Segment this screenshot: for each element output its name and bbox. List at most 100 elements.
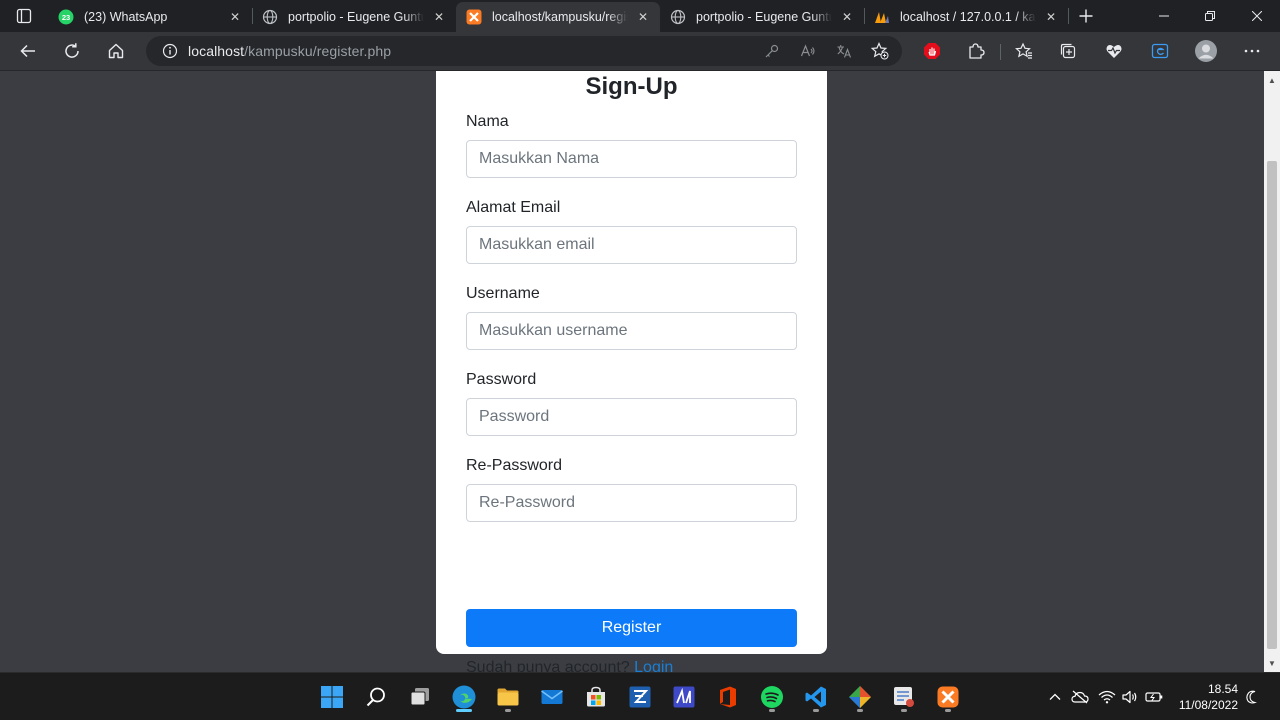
minimize-icon[interactable]	[1141, 0, 1187, 32]
battery-icon[interactable]	[1145, 687, 1165, 707]
favorites-icon[interactable]	[1008, 36, 1040, 66]
globe-icon	[670, 9, 686, 25]
key-icon[interactable]	[758, 40, 786, 62]
git-tool-icon[interactable]	[842, 679, 878, 715]
tab-divider	[1068, 8, 1069, 24]
scroll-thumb[interactable]	[1267, 161, 1277, 649]
close-tab-icon[interactable]: ✕	[838, 8, 856, 26]
profile-avatar-icon[interactable]	[1190, 36, 1222, 66]
address-url: localhost/kampusku/register.php	[188, 43, 391, 59]
whatsapp-badge: 23	[62, 13, 70, 22]
close-tab-icon[interactable]: ✕	[1042, 8, 1060, 26]
home-icon[interactable]	[100, 36, 132, 66]
running-app-indicator	[813, 709, 819, 712]
running-app-indicator	[505, 709, 511, 712]
microsoft-store-icon[interactable]	[578, 679, 614, 715]
register-button[interactable]: Register	[466, 609, 797, 647]
extensions-icon[interactable]	[960, 36, 992, 66]
tab-portfolio-2[interactable]: portpolio - Eugene Guntur ✕	[660, 2, 864, 32]
taskbar-clock[interactable]: 18.54 11/08/2022	[1172, 681, 1238, 713]
repassword-input[interactable]	[466, 484, 797, 522]
tab-title: localhost / 127.0.0.1 / kampusku	[900, 10, 1036, 24]
login-link[interactable]: Login	[634, 659, 673, 672]
username-label: Username	[466, 285, 540, 302]
email-input[interactable]	[466, 226, 797, 264]
repassword-label: Re-Password	[466, 457, 563, 474]
toolbar-divider	[1000, 44, 1001, 60]
nama-label: Nama	[466, 113, 509, 130]
translate-icon[interactable]	[830, 40, 858, 62]
windows-start-icon[interactable]	[314, 679, 350, 715]
running-app-indicator	[769, 709, 775, 712]
whatsapp-icon: 23	[58, 9, 74, 25]
url-path: /kampusku/register.php	[244, 43, 392, 59]
tab-title: portpolio - Eugene Guntur	[696, 10, 832, 24]
code-editor-icon[interactable]	[666, 679, 702, 715]
tab-strip: 23 (23) WhatsApp ✕ portpolio - Eugene Gu…	[0, 0, 1280, 32]
spotify-icon[interactable]	[754, 679, 790, 715]
settings-more-icon[interactable]	[1236, 36, 1268, 66]
email-label: Alamat Email	[466, 199, 561, 216]
browser-essentials-icon[interactable]	[1098, 36, 1130, 66]
file-explorer-icon[interactable]	[490, 679, 526, 715]
wifi-icon[interactable]	[1097, 687, 1117, 707]
page-title: Sign-Up	[585, 73, 678, 100]
page-scrollbar[interactable]: ▲ ▼	[1264, 71, 1280, 672]
filezilla-icon[interactable]	[622, 679, 658, 715]
username-input[interactable]	[466, 312, 797, 350]
xampp-taskbar-icon[interactable]	[930, 679, 966, 715]
volume-icon[interactable]	[1121, 687, 1141, 707]
clock-time: 18.54	[1207, 682, 1238, 696]
browser-toolbar: localhost/kampusku/register.php	[0, 32, 1280, 71]
search-icon[interactable]	[358, 679, 394, 715]
task-view-icon[interactable]	[402, 679, 438, 715]
onedrive-icon[interactable]	[1070, 687, 1090, 707]
running-app-indicator	[945, 709, 951, 712]
login-prompt-line: Sudah punya account? Login	[466, 659, 673, 672]
scroll-down-icon[interactable]: ▼	[1264, 656, 1280, 670]
tab-title: (23) WhatsApp	[84, 10, 168, 24]
tab-register-active[interactable]: localhost/kampusku/register.php ✕	[456, 2, 660, 32]
running-app-indicator	[857, 709, 863, 712]
tab-whatsapp[interactable]: 23 (23) WhatsApp ✕	[48, 2, 252, 32]
close-tab-icon[interactable]: ✕	[430, 8, 448, 26]
adblock-extension-icon[interactable]	[916, 36, 948, 66]
xampp-icon	[466, 9, 482, 25]
close-tab-icon[interactable]: ✕	[634, 8, 652, 26]
read-aloud-icon[interactable]	[794, 40, 822, 62]
url-host: localhost	[188, 43, 245, 59]
collections-icon[interactable]	[1052, 36, 1084, 66]
password-label: Password	[466, 371, 537, 388]
back-icon[interactable]	[12, 36, 44, 66]
refresh-icon[interactable]	[56, 36, 88, 66]
scroll-up-icon[interactable]: ▲	[1264, 73, 1280, 87]
tab-title: localhost/kampusku/register.php	[492, 10, 628, 24]
mail-icon[interactable]	[534, 679, 570, 715]
globe-icon	[262, 9, 278, 25]
running-app-indicator	[901, 709, 907, 712]
edge-taskbar-icon[interactable]	[446, 679, 482, 715]
focus-moon-icon[interactable]	[1243, 687, 1263, 707]
password-input[interactable]	[466, 398, 797, 436]
restore-icon[interactable]	[1187, 0, 1233, 32]
windows-taskbar: 18.54 11/08/2022	[0, 672, 1280, 720]
tab-portfolio[interactable]: portpolio - Eugene Guntur ✕	[252, 2, 456, 32]
add-favorite-icon[interactable]	[866, 40, 894, 62]
address-bar[interactable]: localhost/kampusku/register.php	[146, 36, 902, 66]
clock-date: 11/08/2022	[1178, 698, 1238, 712]
page-viewport: Sign-Up Nama Alamat Email Username Passw…	[0, 71, 1264, 672]
close-window-icon[interactable]	[1234, 0, 1280, 32]
edge-bar-icon[interactable]	[1144, 36, 1176, 66]
site-info-icon[interactable]	[152, 43, 188, 59]
snipping-tool-icon[interactable]	[886, 679, 922, 715]
chevron-up-icon[interactable]	[1045, 687, 1065, 707]
vscode-icon[interactable]	[798, 679, 834, 715]
tab-actions-icon[interactable]	[8, 4, 40, 28]
tab-phpmyadmin[interactable]: localhost / 127.0.0.1 / kampusku ✕	[864, 2, 1068, 32]
phpmyadmin-icon	[874, 9, 890, 25]
new-tab-icon[interactable]	[1074, 4, 1098, 28]
close-tab-icon[interactable]: ✕	[226, 8, 244, 26]
signup-card: Sign-Up Nama Alamat Email Username Passw…	[436, 71, 827, 672]
nama-input[interactable]	[466, 140, 797, 178]
office-icon[interactable]	[710, 679, 746, 715]
